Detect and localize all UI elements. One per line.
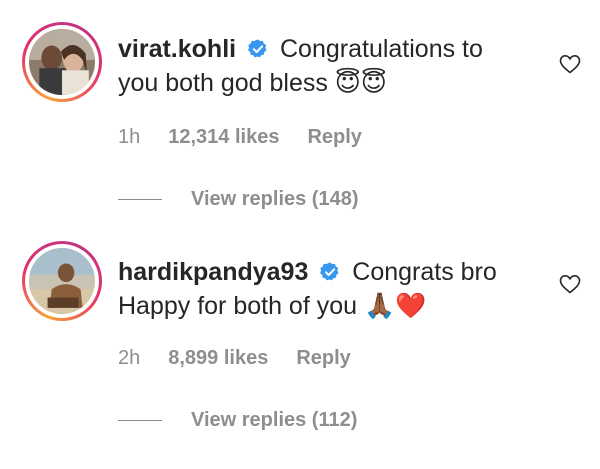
comment-time: 1h <box>118 126 141 148</box>
verified-icon <box>320 262 339 281</box>
heart-icon[interactable] <box>558 272 582 296</box>
view-replies-label[interactable]: View replies (148) <box>191 188 359 211</box>
comment-username[interactable]: hardikpandya93 <box>118 258 308 286</box>
avatar[interactable] <box>22 241 102 321</box>
avatar[interactable] <box>22 22 102 102</box>
divider <box>118 420 162 421</box>
divider <box>118 199 162 200</box>
comment-text: Congrats bro <box>352 258 497 286</box>
comment-text: Congratulations to <box>280 35 483 63</box>
comment-time: 2h <box>118 347 141 369</box>
likes-count[interactable]: 12,314 likes <box>168 126 279 149</box>
comment-emoji: 😇😇 <box>334 68 387 97</box>
heart-icon[interactable] <box>558 52 582 76</box>
profile-photo <box>29 29 95 95</box>
comment-text-cont: Happy for both of you <box>118 292 358 320</box>
reply-button[interactable]: Reply <box>296 347 350 370</box>
view-replies-button[interactable]: View replies (148) <box>118 188 359 211</box>
profile-photo <box>29 248 95 314</box>
view-replies-button[interactable]: View replies (112) <box>118 409 357 432</box>
comment-username[interactable]: virat.kohli <box>118 35 236 63</box>
verified-icon <box>248 39 267 58</box>
view-replies-label[interactable]: View replies (112) <box>191 409 357 432</box>
reply-button[interactable]: Reply <box>307 126 361 149</box>
likes-count[interactable]: 8,899 likes <box>168 347 268 370</box>
comment-emoji: 🙏🏾❤️ <box>364 291 427 320</box>
comment-text-cont: you both god bless <box>118 69 328 97</box>
